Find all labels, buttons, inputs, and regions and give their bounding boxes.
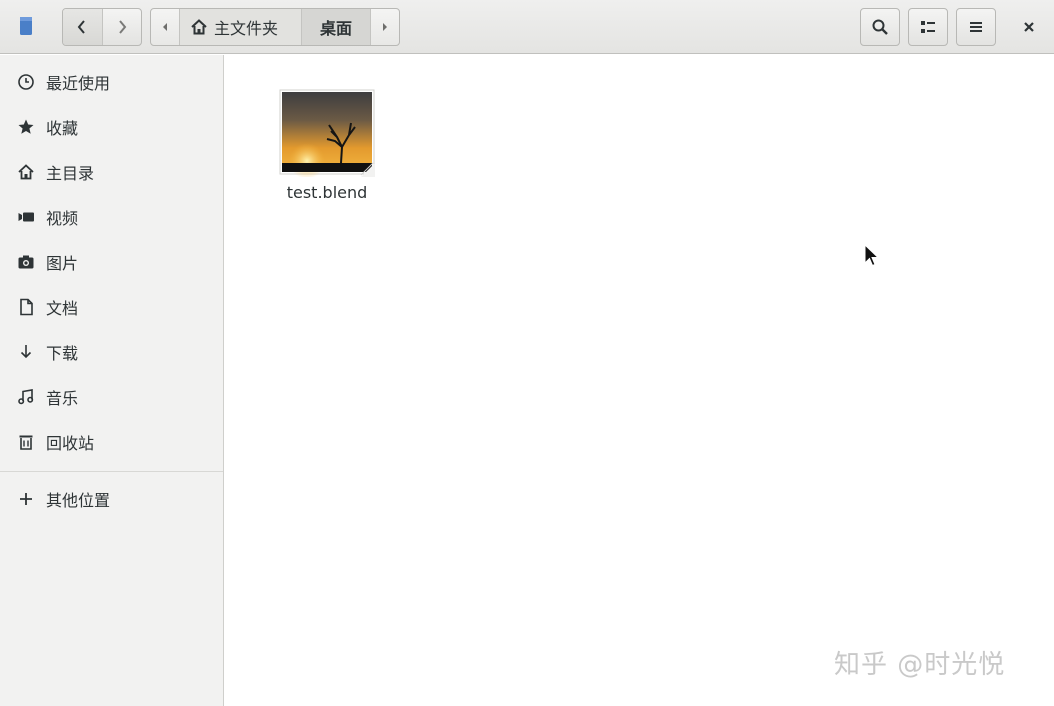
header-bar: 主文件夹 桌面 <box>0 0 1054 54</box>
download-icon <box>16 342 36 362</box>
sidebar-item-label: 收藏 <box>46 119 79 138</box>
sidebar-item-label: 视频 <box>46 209 79 228</box>
file-name: test.blend <box>286 183 368 202</box>
breadcrumb-current[interactable]: 桌面 <box>302 9 370 45</box>
sidebar-separator <box>0 471 223 472</box>
sidebar-item-pictures[interactable]: 图片 <box>0 241 223 283</box>
path-scroll-left-button[interactable] <box>151 9 180 45</box>
close-window-button[interactable] <box>1010 8 1048 46</box>
triangle-left-icon <box>163 23 167 31</box>
trash-icon <box>16 432 36 452</box>
sidebar-item-label: 主目录 <box>46 164 95 183</box>
hamburger-menu-icon <box>970 22 982 32</box>
path-scroll-right-button[interactable] <box>370 9 399 45</box>
forward-button[interactable] <box>101 9 142 45</box>
breadcrumb-home[interactable]: 主文件夹 <box>180 9 302 45</box>
sidebar-item-trash[interactable]: 回收站 <box>0 421 223 463</box>
view-mode-button[interactable] <box>908 8 948 46</box>
video-icon <box>16 207 36 227</box>
sidebar-item-home[interactable]: 主目录 <box>0 151 223 193</box>
files-app-icon <box>14 14 38 38</box>
sidebar-item-starred[interactable]: 收藏 <box>0 106 223 148</box>
breadcrumb-home-label: 主文件夹 <box>214 19 279 38</box>
triangle-right-icon <box>383 23 387 31</box>
sidebar-item-recent[interactable]: 最近使用 <box>0 61 223 103</box>
sidebar-item-documents[interactable]: 文档 <box>0 286 223 328</box>
star-icon <box>16 117 36 137</box>
home-icon <box>16 162 36 182</box>
sidebar-item-other-locations[interactable]: 其他位置 <box>0 478 223 520</box>
plus-icon <box>16 489 36 509</box>
search-icon <box>872 19 888 35</box>
list-view-icon <box>921 21 935 33</box>
clock-icon <box>16 72 36 92</box>
close-icon <box>1024 22 1034 32</box>
sidebar-item-label: 回收站 <box>46 434 95 453</box>
menu-button[interactable] <box>956 8 996 46</box>
sidebar-item-label: 音乐 <box>46 389 79 408</box>
sidebar-item-music[interactable]: 音乐 <box>0 376 223 418</box>
chevron-left-icon <box>77 20 86 34</box>
file-view: test.blend <box>225 55 1054 706</box>
camera-icon <box>16 252 36 272</box>
back-button[interactable] <box>63 9 102 45</box>
document-icon <box>16 297 36 317</box>
breadcrumb-current-label: 桌面 <box>319 19 352 38</box>
image-thumbnail-icon <box>279 89 375 179</box>
file-item[interactable]: test.blend <box>277 89 377 202</box>
sidebar-item-label: 其他位置 <box>46 491 111 510</box>
sidebar-item-downloads[interactable]: 下载 <box>0 331 223 373</box>
sidebar-item-videos[interactable]: 视频 <box>0 196 223 238</box>
navigation-buttons <box>62 8 142 46</box>
sidebar-item-label: 最近使用 <box>46 74 111 93</box>
sidebar: 最近使用 收藏 主目录 视频 图片 文档 下载 音乐 回收站 其他位置 <box>0 55 224 706</box>
path-bar: 主文件夹 桌面 <box>150 8 400 46</box>
sidebar-item-label: 下载 <box>46 344 79 363</box>
music-icon <box>16 387 36 407</box>
mouse-cursor-icon <box>864 243 880 268</box>
sidebar-item-label: 图片 <box>46 254 79 273</box>
home-icon <box>191 19 207 35</box>
sidebar-item-label: 文档 <box>46 299 79 318</box>
chevron-right-icon <box>118 20 127 34</box>
search-button[interactable] <box>860 8 900 46</box>
watermark: 知乎 @时光悦 <box>834 650 1006 680</box>
